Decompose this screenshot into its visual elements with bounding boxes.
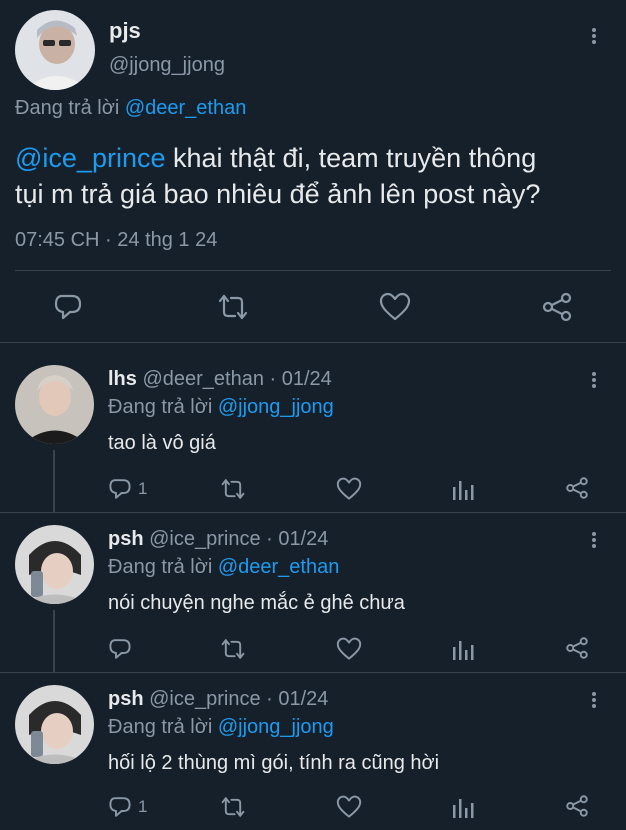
retweet-icon[interactable] [220, 477, 246, 501]
avatar[interactable] [15, 685, 94, 764]
avatar[interactable] [15, 365, 94, 444]
like-icon[interactable] [379, 292, 411, 322]
retweet-icon[interactable] [220, 637, 246, 661]
analytics-icon[interactable] [452, 637, 474, 661]
share-icon[interactable] [565, 636, 589, 660]
divider [15, 270, 611, 271]
replying-label: Đang trả lời [108, 396, 213, 418]
reply-icon[interactable] [53, 292, 83, 322]
replying-to-handle[interactable]: @jjong_jjong [218, 396, 334, 418]
reply-count: 1 [138, 797, 148, 816]
reply-action[interactable] [108, 637, 138, 661]
avatar[interactable] [15, 525, 94, 604]
reply-text: nói chuyện nghe mắc ẻ ghê chưa [108, 592, 405, 614]
timestamp[interactable]: 07:45 CH · 24 thg 1 24 [15, 229, 217, 252]
reply-icon[interactable] [108, 795, 132, 819]
more-options-icon[interactable] [591, 530, 597, 550]
like-icon[interactable] [336, 795, 362, 819]
reply-header: lhs @deer_ethan · 01/24 [108, 368, 332, 391]
reply-action[interactable]: 1 [108, 795, 147, 819]
tweet-text-line1: khai thật đi, team truyền thông [165, 143, 537, 173]
replying-label: Đang trả lời [108, 556, 213, 578]
reply-action[interactable]: 1 [108, 477, 147, 501]
author-handle[interactable]: @jjong_jjong [109, 54, 225, 77]
author-handle-date[interactable]: @ice_prince · 01/24 [149, 688, 328, 710]
replying-label: Đang trả lời [15, 97, 120, 119]
divider [0, 512, 626, 513]
replying-to: Đang trả lời @jjong_jjong [108, 716, 334, 739]
thread-line [53, 610, 55, 672]
author-name[interactable]: psh [108, 688, 144, 710]
replying-label: Đang trả lời [108, 716, 213, 738]
share-icon[interactable] [565, 794, 589, 818]
reply-header: psh @ice_prince · 01/24 [108, 528, 328, 551]
share-icon[interactable] [565, 476, 589, 500]
replying-to-handle[interactable]: @deer_ethan [125, 97, 247, 119]
more-options-icon[interactable] [591, 370, 597, 390]
more-options-icon[interactable] [591, 26, 597, 46]
author-handle-date[interactable]: @ice_prince · 01/24 [149, 528, 328, 550]
author-name[interactable]: pjs [109, 18, 141, 44]
replying-to: Đang trả lời @jjong_jjong [108, 396, 334, 419]
reply-count: 1 [138, 479, 148, 498]
author-name[interactable]: lhs [108, 368, 137, 390]
replying-to-handle[interactable]: @deer_ethan [218, 556, 340, 578]
author-name[interactable]: psh [108, 528, 144, 550]
reply-icon[interactable] [108, 637, 132, 661]
divider [0, 342, 626, 343]
like-icon[interactable] [336, 637, 362, 661]
replying-to: Đang trả lời @deer_ethan [108, 556, 339, 579]
author-handle-date[interactable]: @deer_ethan · 01/24 [142, 368, 331, 390]
replying-to: Đang trả lời @deer_ethan [15, 97, 246, 120]
mention-link[interactable]: @ice_prince [15, 143, 165, 173]
avatar[interactable] [15, 10, 95, 90]
replying-to-handle[interactable]: @jjong_jjong [218, 716, 334, 738]
share-icon[interactable] [541, 291, 573, 323]
analytics-icon[interactable] [452, 795, 474, 819]
more-options-icon[interactable] [591, 690, 597, 710]
retweet-icon[interactable] [217, 292, 249, 322]
retweet-icon[interactable] [220, 795, 246, 819]
reply-text: tao là vô giá [108, 432, 216, 454]
analytics-icon[interactable] [452, 477, 474, 501]
tweet-text: @ice_prince khai thật đi, team truyền th… [15, 140, 615, 212]
thread-line [53, 450, 55, 512]
like-icon[interactable] [336, 477, 362, 501]
tweet-text-line2: tụi m trả giá bao nhiêu để ảnh lên post … [15, 179, 541, 209]
reply-text: hối lộ 2 thùng mì gói, tính ra cũng hời [108, 752, 440, 774]
reply-header: psh @ice_prince · 01/24 [108, 688, 328, 711]
divider [0, 672, 626, 673]
reply-icon[interactable] [108, 477, 132, 501]
